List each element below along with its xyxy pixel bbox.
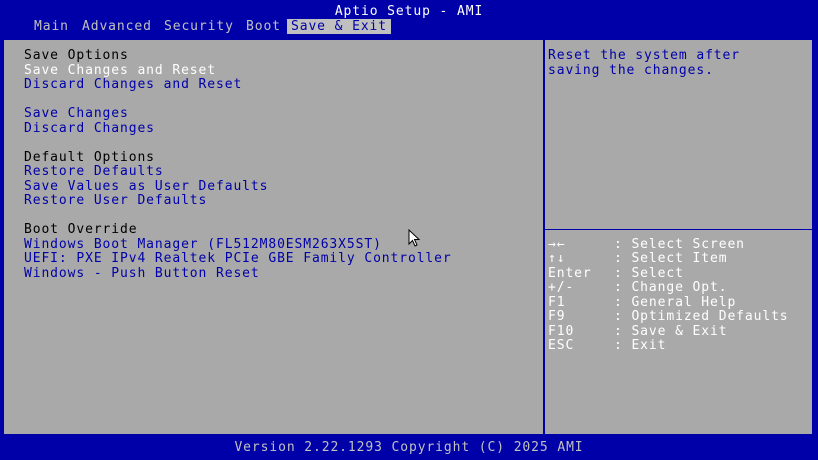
key-desc-exit: : Exit (614, 338, 667, 353)
tab-bar: Main Advanced Security Boot Save & Exit (0, 19, 818, 34)
menu-item-discard-changes[interactable]: Discard Changes (24, 121, 155, 136)
tab-advanced[interactable]: Advanced (78, 19, 156, 34)
panel-divider (543, 39, 545, 435)
key-desc-optimized-defaults: : Optimized Defaults (614, 309, 789, 324)
tab-save-exit[interactable]: Save & Exit (287, 19, 391, 34)
key-f9: F9 (548, 309, 566, 324)
key-enter: Enter (548, 266, 592, 281)
section-header-boot-override: Boot Override (24, 222, 138, 237)
menu-item-save-changes-and-reset[interactable]: Save Changes and Reset (24, 63, 216, 78)
key-f10: F10 (548, 324, 575, 339)
help-text: Reset the system after saving the change… (548, 48, 740, 78)
menu-item-restore-user-defaults[interactable]: Restore User Defaults (24, 193, 207, 208)
boot-option-push-button-reset[interactable]: Windows - Push Button Reset (24, 266, 260, 281)
help-divider (545, 229, 812, 230)
mouse-cursor-icon (408, 229, 421, 247)
menu-item-discard-changes-and-reset[interactable]: Discard Changes and Reset (24, 77, 242, 92)
menu-item-restore-defaults[interactable]: Restore Defaults (24, 164, 164, 179)
key-plus-minus: +/- (548, 280, 575, 295)
key-desc-select-item: : Select Item (614, 251, 728, 266)
key-esc: ESC (548, 338, 575, 353)
boot-option-windows-boot-manager[interactable]: Windows Boot Manager (FL512M80ESM263X5ST… (24, 237, 382, 252)
key-arrows-lr: →← (548, 237, 566, 252)
tab-security[interactable]: Security (160, 19, 238, 34)
key-desc-change-opt: : Change Opt. (614, 280, 728, 295)
menu-item-save-user-defaults[interactable]: Save Values as User Defaults (24, 179, 268, 194)
section-header-save-options: Save Options (24, 48, 129, 63)
boot-option-uefi-pxe[interactable]: UEFI: PXE IPv4 Realtek PCIe GBE Family C… (24, 251, 452, 266)
window-title: Aptio Setup - AMI (334, 4, 484, 19)
key-desc-save-exit: : Save & Exit (614, 324, 728, 339)
key-arrows-ud: ↑↓ (548, 251, 566, 266)
tab-main[interactable]: Main (30, 19, 73, 34)
tab-boot[interactable]: Boot (242, 19, 285, 34)
key-f1: F1 (548, 295, 566, 310)
key-desc-select: : Select (614, 266, 684, 281)
footer-version: Version 2.22.1293 Copyright (C) 2025 AMI (234, 440, 584, 455)
key-desc-general-help: : General Help (614, 295, 737, 310)
section-header-default-options: Default Options (24, 150, 155, 165)
menu-item-save-changes[interactable]: Save Changes (24, 106, 129, 121)
key-desc-select-screen: : Select Screen (614, 237, 745, 252)
